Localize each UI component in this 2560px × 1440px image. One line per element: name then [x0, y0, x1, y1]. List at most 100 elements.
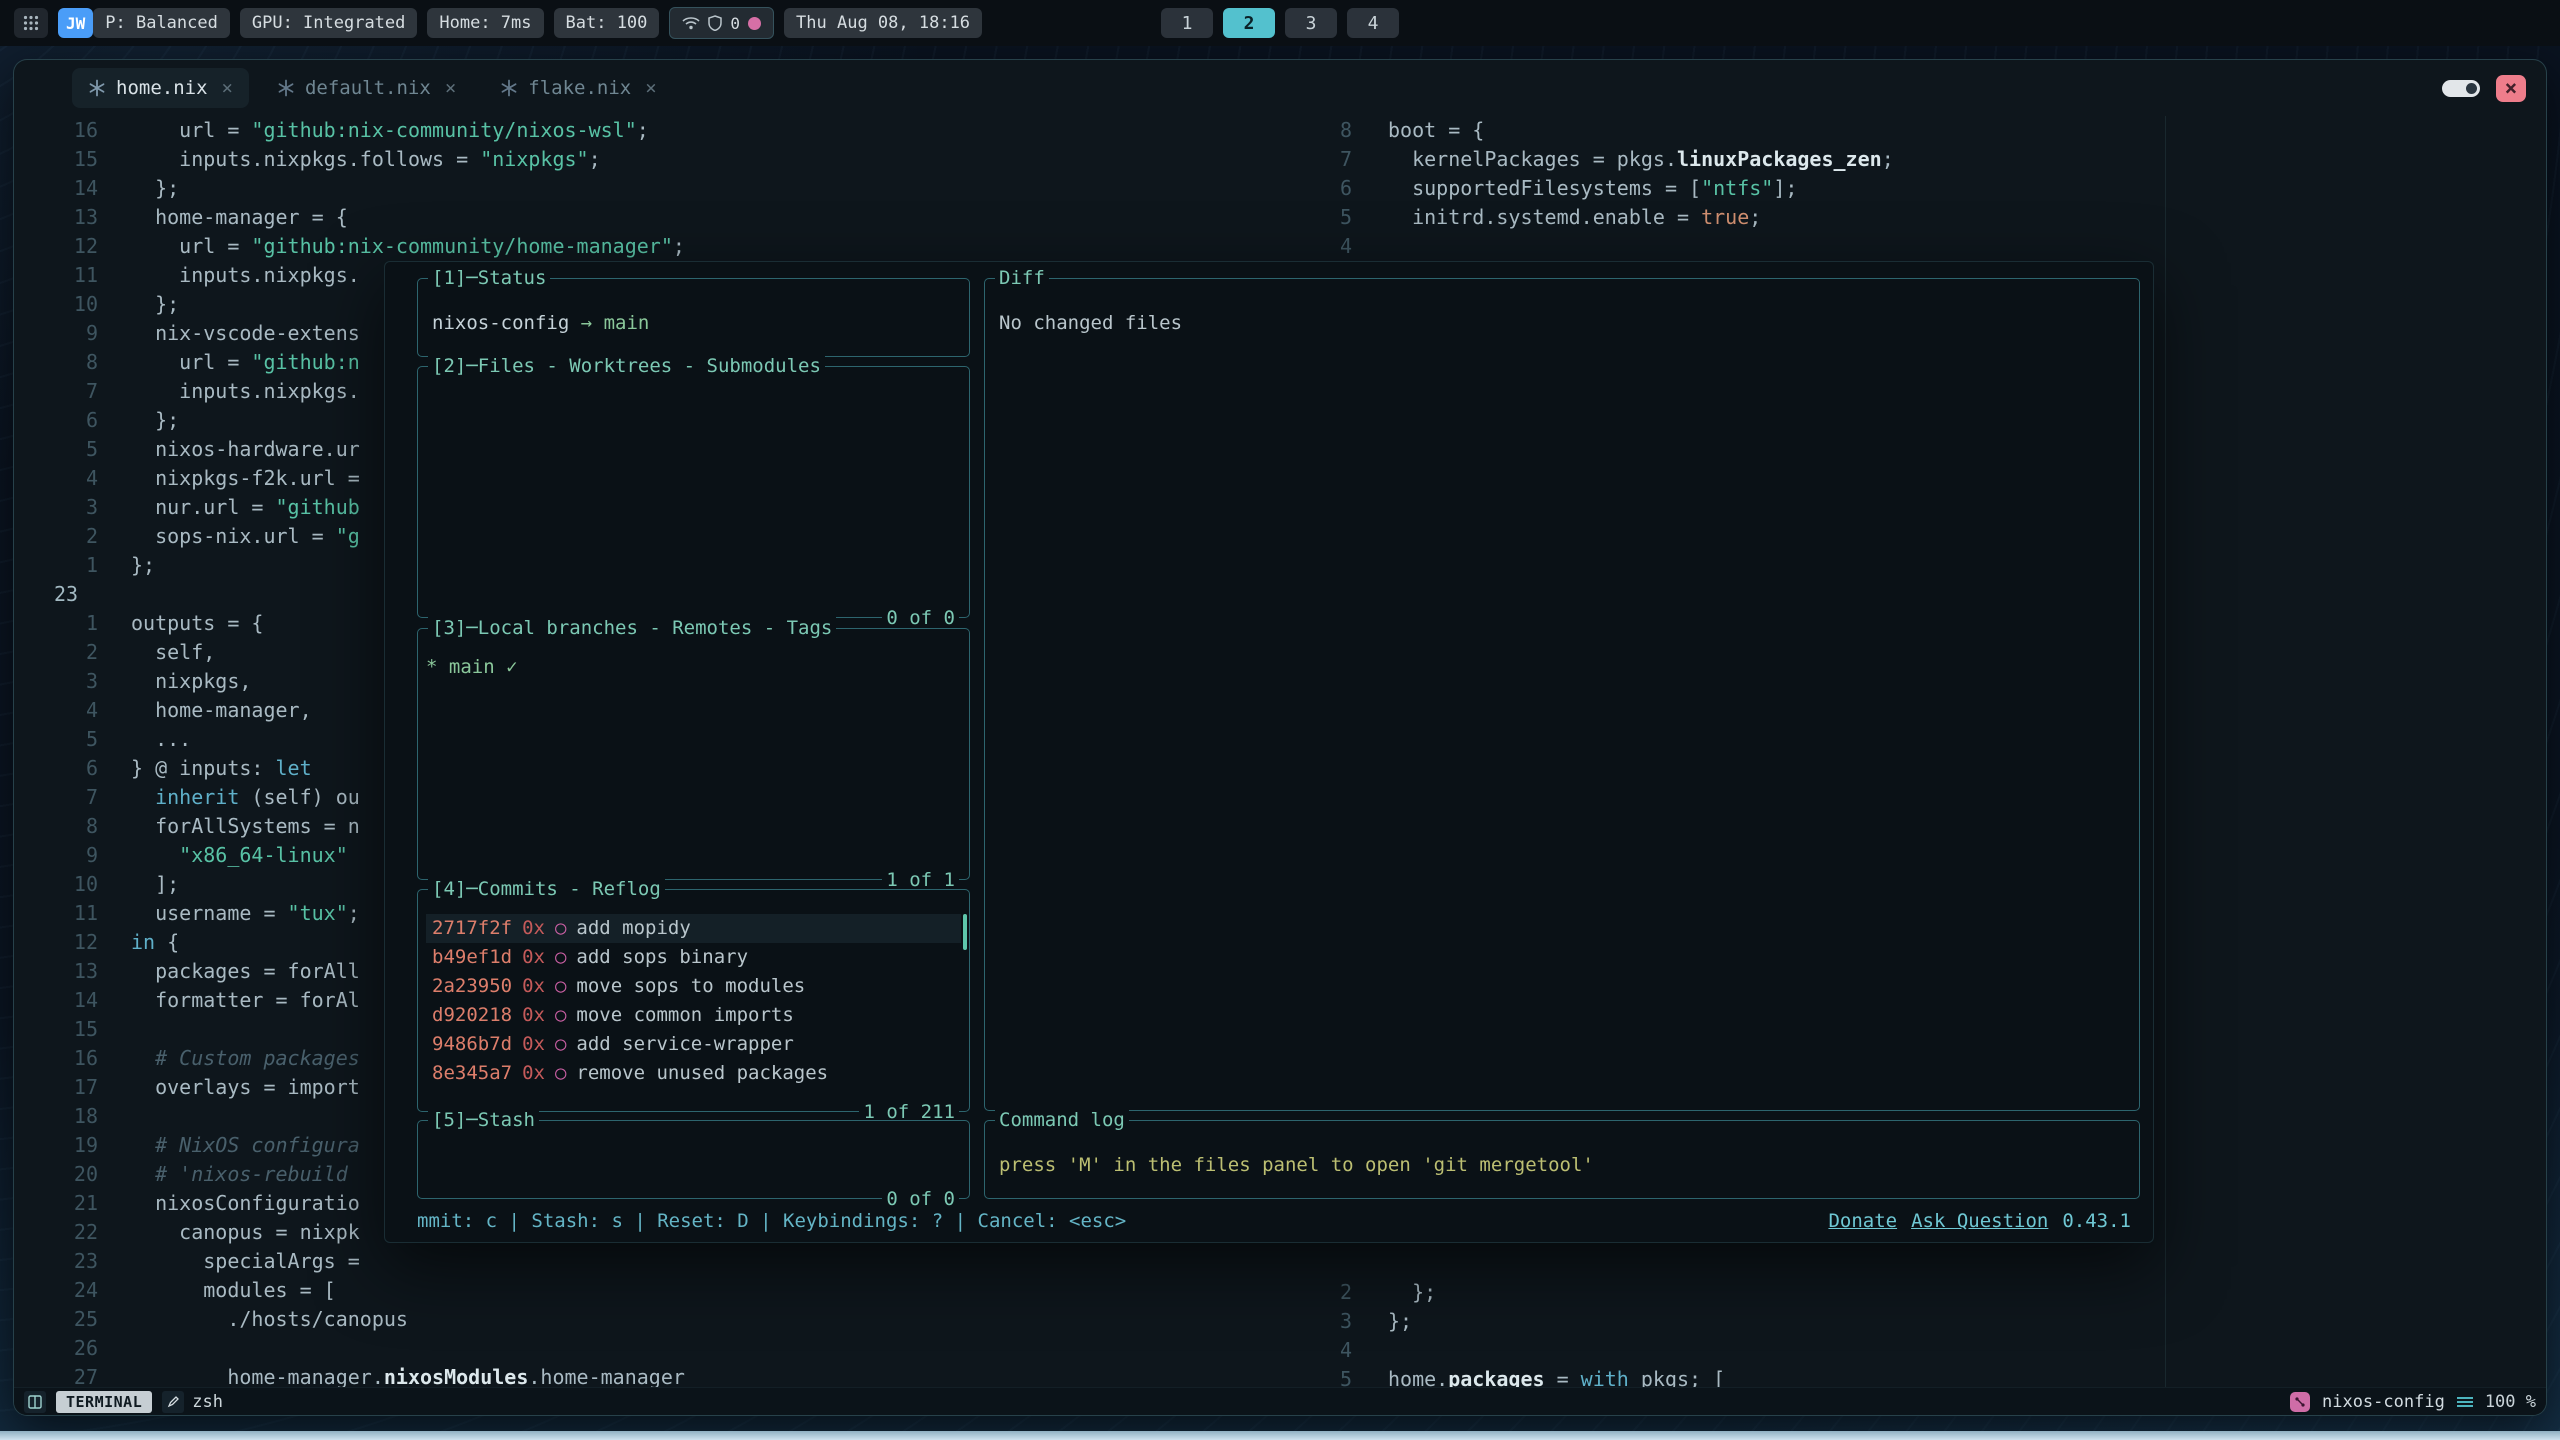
tab-flake-nix[interactable]: flake.nix × [484, 68, 672, 108]
shell-tab-label: zsh [192, 1392, 223, 1412]
lazygit-panel-diff[interactable]: Diff No changed files [984, 278, 2140, 1111]
commit-row[interactable]: d9202180x○move common imports [426, 1001, 961, 1030]
code-line: 25 ./hosts/canopus [14, 1305, 685, 1334]
code-line: 5 initrd.systemd.enable = true; [1284, 203, 1894, 232]
color-dot-icon [748, 17, 761, 30]
tab-label: flake.nix [528, 77, 631, 99]
panel-title: [1]─Status [428, 266, 550, 290]
right-pane-bottom[interactable]: 2 };3};45home.packages = with pkgs; [ [1284, 1278, 1725, 1387]
mode-indicator: TERMINAL [56, 1391, 152, 1413]
session-name: nixos-config [2322, 1392, 2445, 1412]
tab-close-icon[interactable]: × [222, 77, 233, 99]
wifi-icon [682, 16, 700, 30]
layout-badge[interactable]: JW [58, 8, 93, 38]
code-line: 3}; [1284, 1307, 1725, 1336]
tab-label: home.nix [116, 77, 208, 99]
donate-link[interactable]: Donate [1828, 1210, 1897, 1232]
shield-count: 0 [730, 14, 740, 33]
code-line: 23 specialArgs = [14, 1247, 685, 1276]
code-line: 24 modules = [ [14, 1276, 685, 1305]
lazygit-panel-stash[interactable]: [5]─Stash 0 of 0 [417, 1120, 970, 1199]
lazygit-window: [1]─Status nixos-config → main [2]─Files… [384, 261, 2154, 1243]
panel-title: Command log [995, 1108, 1129, 1132]
code-line: 12 url = "github:nix-community/home-mana… [14, 232, 685, 261]
gpu-chip: GPU: Integrated [240, 8, 418, 38]
clock: Thu Aug 08, 18:16 [784, 8, 982, 38]
code-line: 7 kernelPackages = pkgs.linuxPackages_ze… [1284, 145, 1894, 174]
nix-snowflake-icon [88, 79, 106, 97]
lazygit-panel-status[interactable]: [1]─Status nixos-config → main [417, 278, 970, 357]
lazygit-panel-files[interactable]: [2]─Files - Worktrees - Submodules 0 of … [417, 366, 970, 618]
tab-default-nix[interactable]: default.nix × [261, 68, 472, 108]
version-label: 0.43.1 [2062, 1210, 2131, 1232]
window-close-button[interactable]: × [2496, 75, 2526, 102]
workspace-3[interactable]: 3 [1285, 8, 1337, 38]
lazygit-keybar: mmit: c | Stash: s | Reset: D | Keybindi… [417, 1206, 2131, 1235]
apps-grid-icon [23, 15, 39, 31]
code-line: 4 [1284, 1336, 1725, 1365]
zellij-status-bar: TERMINAL zsh nixos-config [14, 1387, 2546, 1415]
commit-row[interactable]: 2717f2f0x○add mopidy [426, 914, 961, 943]
commit-row[interactable]: 8e345a70x○remove unused packages [426, 1059, 961, 1088]
nix-snowflake-icon [500, 79, 518, 97]
mode-icon [24, 1391, 46, 1413]
tab-close-icon[interactable]: × [645, 77, 656, 99]
tab-home-nix[interactable]: home.nix × [72, 68, 249, 108]
workspace-switcher: 1 2 3 4 [1161, 8, 1399, 38]
code-line: 27 home-manager.nixosModules.home-manage… [14, 1363, 685, 1387]
commits-scrollbar[interactable] [963, 914, 967, 950]
pencil-icon [162, 1391, 184, 1413]
right-pane-top[interactable]: 8boot = {7 kernelPackages = pkgs.linuxPa… [1284, 116, 1894, 261]
editor-tab-bar: home.nix × default.nix × [14, 60, 2546, 116]
scroll-percent: 100 % [2485, 1392, 2536, 1412]
wallpaper-bottom-strip [0, 1431, 2560, 1440]
commit-row[interactable]: 9486b7d0x○add service-wrapper [426, 1030, 961, 1059]
code-line: 2 }; [1284, 1278, 1725, 1307]
branch-row[interactable]: * main ✓ [426, 653, 961, 682]
top-status-bar: JW 1 2 3 4 P: Balanced GPU: Integrated H… [0, 0, 2560, 46]
code-line: 6 supportedFilesystems = ["ntfs"]; [1284, 174, 1894, 203]
workspace-4[interactable]: 4 [1347, 8, 1399, 38]
list-lines-icon [2457, 1396, 2473, 1408]
panel-count: 0 of 0 [882, 606, 959, 630]
lazygit-panel-command-log[interactable]: Command log press 'M' in the files panel… [984, 1120, 2140, 1199]
shield-icon [708, 15, 722, 31]
diff-content: No changed files [985, 279, 2139, 338]
tab-zsh[interactable]: zsh [162, 1391, 223, 1413]
code-line: 16 url = "github:nix-community/nixos-wsl… [14, 116, 685, 145]
tab-label: default.nix [305, 77, 431, 99]
nix-snowflake-icon [277, 79, 295, 97]
branch-name: → main [569, 312, 649, 334]
app-launcher-button[interactable] [14, 8, 48, 38]
code-line: 13 home-manager = { [14, 203, 685, 232]
panel-title: [5]─Stash [428, 1108, 539, 1132]
code-line: 4 [1284, 232, 1894, 261]
commit-list: 2717f2f0x○add mopidyb49ef1d0x○add sops b… [418, 890, 969, 1088]
code-line: 26 [14, 1334, 685, 1363]
panel-title: [2]─Files - Worktrees - Submodules [428, 354, 825, 378]
color-column-ruler [2165, 116, 2166, 1387]
ping-chip: Home: 7ms [427, 8, 543, 38]
keybindings-hint: mmit: c | Stash: s | Reset: D | Keybindi… [417, 1210, 1126, 1232]
panel-title: Diff [995, 266, 1049, 290]
lazygit-panel-commits[interactable]: [4]─Commits - Reflog 1 of 211 2717f2f0x○… [417, 889, 970, 1112]
terminal-window: home.nix × default.nix × [13, 59, 2547, 1416]
panel-title: [3]─Local branches - Remotes - Tags [428, 616, 836, 640]
code-line: 8boot = { [1284, 116, 1894, 145]
window-toggle-pill[interactable] [2442, 80, 2480, 97]
power-profile-chip: P: Balanced [93, 8, 230, 38]
panel-title: [4]─Commits - Reflog [428, 877, 665, 901]
code-line: 14 }; [14, 174, 685, 203]
system-tray[interactable]: 0 [669, 7, 774, 39]
commit-row[interactable]: 2a239500x○move sops to modules [426, 972, 961, 1001]
code-line: 15 inputs.nixpkgs.follows = "nixpkgs"; [14, 145, 685, 174]
session-icon [2290, 1392, 2310, 1412]
workspace-2[interactable]: 2 [1223, 8, 1275, 38]
ask-question-link[interactable]: Ask Question [1911, 1210, 2048, 1232]
workspace-1[interactable]: 1 [1161, 8, 1213, 38]
lazygit-panel-branches[interactable]: [3]─Local branches - Remotes - Tags 1 of… [417, 628, 970, 880]
tab-close-icon[interactable]: × [445, 77, 456, 99]
battery-chip: Bat: 100 [554, 8, 660, 38]
repo-name: nixos-config [432, 312, 569, 334]
commit-row[interactable]: b49ef1d0x○add sops binary [426, 943, 961, 972]
